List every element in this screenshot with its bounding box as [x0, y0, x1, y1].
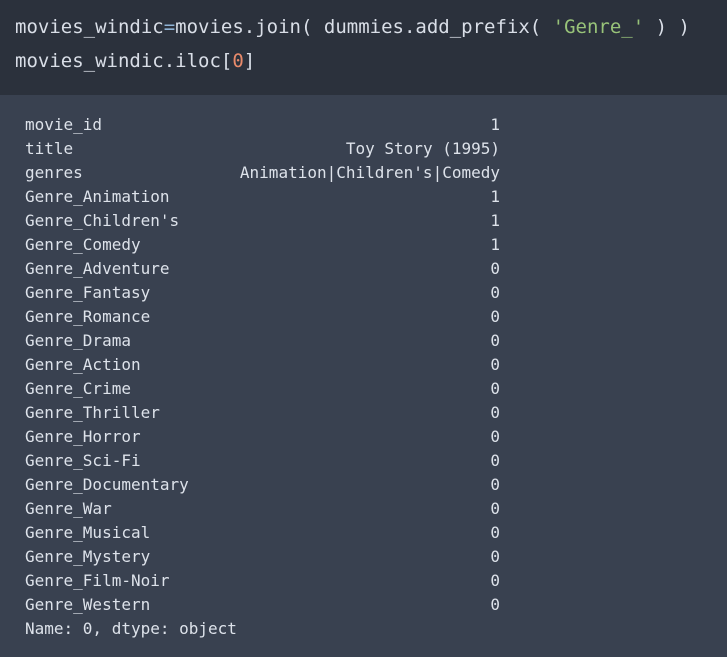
series-value: Animation|Children's|Comedy [239, 163, 500, 182]
code-line-1: movies_windic=movies.join( dummies.add_p… [15, 15, 690, 39]
series-row: Genre_Mystery 0 [25, 545, 500, 569]
series-value: 0 [490, 403, 500, 422]
code-variable: movies_windic [15, 16, 164, 38]
cell-output: movie_id 1 title Toy Story (1995) genres Anim… [0, 95, 727, 657]
series-value: 1 [490, 235, 500, 254]
series-value: 0 [490, 379, 500, 398]
series-row: Genre_Thriller 0 [25, 401, 500, 425]
code-number-literal: 0 [232, 50, 244, 72]
series-value: 0 [490, 499, 500, 518]
series-value: 0 [490, 355, 500, 374]
series-value: Toy Story (1995) [345, 139, 500, 158]
code-expression: movies_windic.iloc[ [15, 50, 233, 72]
series-index-label: Genre_Horror [25, 427, 141, 446]
series-value: 0 [490, 571, 500, 590]
series-row: Genre_Sci-Fi 0 [25, 449, 500, 473]
series-value: 1 [490, 115, 500, 134]
series-row: Genre_Horror 0 [25, 425, 500, 449]
series-index-label: Genre_Musical [25, 523, 151, 542]
series-index-label: title [25, 139, 74, 158]
series-value: 0 [490, 595, 500, 614]
series-index-label: movie_id [25, 115, 103, 134]
series-value: 0 [490, 523, 500, 542]
series-index-label: Genre_Romance [25, 307, 151, 326]
series-row: Genre_War 0 [25, 497, 500, 521]
series-value: 0 [490, 307, 500, 326]
code-expression: movies.join( dummies.add_prefix( [175, 16, 553, 38]
code-string-literal: 'Genre_' [552, 16, 645, 38]
series-row: Genre_Romance 0 [25, 305, 500, 329]
series-row: Genre_Adventure 0 [25, 257, 500, 281]
series-row: Genre_Drama 0 [25, 329, 500, 353]
series-row: Genre_Western 0 [25, 593, 500, 617]
series-value: 1 [490, 187, 500, 206]
series-value: 0 [490, 475, 500, 494]
series-row: movie_id 1 [25, 113, 500, 137]
series-index-label: Genre_Film-Noir [25, 571, 170, 590]
series-value: 1 [490, 211, 500, 230]
series-index-label: Genre_Action [25, 355, 141, 374]
series-index-label: Genre_Western [25, 595, 151, 614]
series-row: Genre_Action 0 [25, 353, 500, 377]
series-row: Genre_Comedy 1 [25, 233, 500, 257]
series-index-label: Genre_Crime [25, 379, 131, 398]
series-index-label: Genre_Comedy [25, 235, 141, 254]
series-row: Genre_Musical 0 [25, 521, 500, 545]
series-index-label: Genre_Animation [25, 187, 170, 206]
series-index-label: Genre_Fantasy [25, 283, 151, 302]
code-closing-parens: ) ) [644, 16, 690, 38]
series-row: genres Animation|Children's|Comedy [25, 161, 500, 185]
series-index-label: Genre_Documentary [25, 475, 189, 494]
series-row: Genre_Animation 1 [25, 185, 500, 209]
series-row: title Toy Story (1995) [25, 137, 500, 161]
series-row: Genre_Children's 1 [25, 209, 500, 233]
series-value: 0 [490, 331, 500, 350]
series-value: 0 [490, 259, 500, 278]
code-input-cell[interactable]: movies_windic=movies.join( dummies.add_p… [0, 0, 727, 95]
series-value: 0 [490, 427, 500, 446]
code-closing-bracket: ] [243, 50, 256, 72]
series-index-label: Genre_Mystery [25, 547, 151, 566]
series-row: Genre_Fantasy 0 [25, 281, 500, 305]
series-row: Genre_Crime 0 [25, 377, 500, 401]
series-value: 0 [490, 451, 500, 470]
series-row: Genre_Film-Noir 0 [25, 569, 500, 593]
series-index-label: Genre_War [25, 499, 112, 518]
series-index-label: Genre_Sci-Fi [25, 451, 141, 470]
code-line-2: movies_windic.iloc[0] [15, 49, 255, 73]
code-operator: = [163, 16, 176, 38]
series-index-label: Genre_Adventure [25, 259, 170, 278]
series-index-label: Genre_Drama [25, 331, 131, 350]
series-index-label: Genre_Thriller [25, 403, 160, 422]
series-row: Genre_Documentary 0 [25, 473, 500, 497]
series-index-label: Genre_Children's [25, 211, 180, 230]
series-value: 0 [490, 283, 500, 302]
series-index-label: genres [25, 163, 83, 182]
series-footer: Name: 0, dtype: object [25, 619, 237, 638]
series-value: 0 [490, 547, 500, 566]
